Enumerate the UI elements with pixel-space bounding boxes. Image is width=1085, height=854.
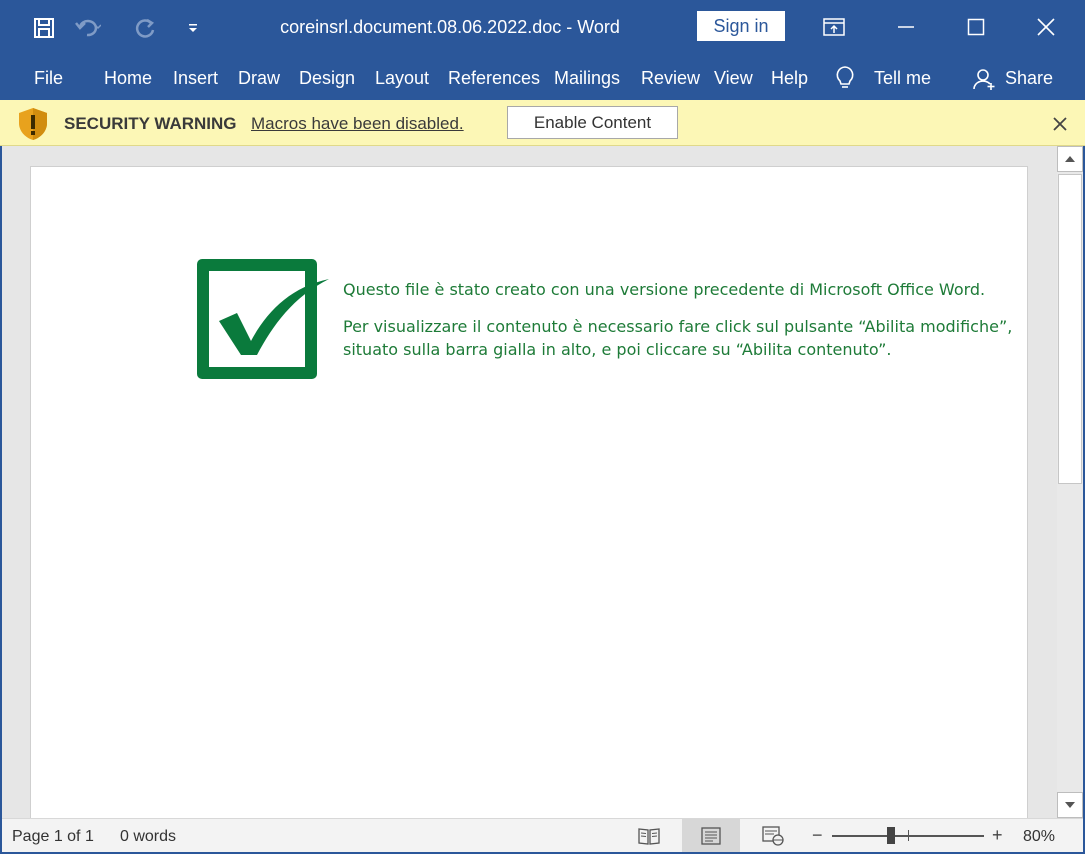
save-icon[interactable]	[28, 12, 60, 44]
minimize-icon[interactable]	[888, 10, 924, 44]
customize-qat-icon[interactable]	[177, 12, 209, 44]
tab-design[interactable]: Design	[299, 68, 355, 89]
share-button[interactable]: Share	[1005, 68, 1053, 89]
ribbon-tabs: File Home Insert Draw Design Layout Refe…	[0, 56, 1085, 100]
zoom-slider-center-mark	[908, 830, 909, 841]
document-area[interactable]: Questo file è stato creato con una versi…	[2, 146, 1057, 818]
title-bar: coreinsrl.document.08.06.2022.doc - Word…	[0, 0, 1085, 56]
redo-icon[interactable]	[130, 12, 162, 44]
tab-layout[interactable]: Layout	[375, 68, 429, 89]
tab-insert[interactable]: Insert	[173, 68, 218, 89]
close-icon[interactable]	[1028, 10, 1064, 44]
macros-disabled-link[interactable]: Macros have been disabled.	[251, 114, 464, 134]
lightbulb-icon[interactable]	[834, 65, 856, 96]
vertical-scrollbar[interactable]	[1057, 146, 1083, 818]
zoom-slider-thumb[interactable]	[887, 827, 895, 844]
page-info[interactable]: Page 1 of 1	[12, 828, 94, 846]
tab-references[interactable]: References	[448, 68, 540, 89]
ribbon-display-icon[interactable]	[816, 10, 852, 44]
scroll-up-icon[interactable]	[1057, 146, 1083, 172]
tab-view[interactable]: View	[714, 68, 753, 89]
undo-icon[interactable]	[72, 12, 104, 44]
status-bar: Page 1 of 1 0 words − + 80%	[2, 818, 1083, 853]
print-layout-icon[interactable]	[682, 819, 740, 853]
web-layout-icon[interactable]	[744, 819, 802, 853]
security-warning-bar: SECURITY WARNING Macros have been disabl…	[0, 100, 1085, 146]
message-line-2a: Per visualizzare il contenuto è necessar…	[343, 317, 1013, 336]
message-line-2: Per visualizzare il contenuto è necessar…	[343, 315, 1012, 361]
security-warning-title: SECURITY WARNING	[64, 114, 237, 133]
window-title: coreinsrl.document.08.06.2022.doc - Word	[280, 17, 620, 37]
read-mode-icon[interactable]	[620, 819, 678, 853]
warning-shield-icon	[16, 106, 50, 142]
tab-review[interactable]: Review	[641, 68, 700, 89]
document-page[interactable]: Questo file è stato creato con una versi…	[30, 166, 1028, 818]
message-line-2b: situato sulla barra gialla in alto, e po…	[343, 340, 892, 359]
tell-me-search[interactable]: Tell me	[874, 68, 931, 89]
tab-help[interactable]: Help	[771, 68, 808, 89]
message-line-1: Questo file è stato creato con una versi…	[343, 280, 986, 299]
tab-draw[interactable]: Draw	[238, 68, 280, 89]
scroll-thumb[interactable]	[1058, 174, 1082, 484]
zoom-in-button[interactable]: +	[992, 825, 1003, 846]
zoom-out-button[interactable]: −	[812, 825, 823, 846]
enable-content-button[interactable]: Enable Content	[507, 106, 678, 139]
zoom-level[interactable]: 80%	[1023, 828, 1055, 846]
word-count[interactable]: 0 words	[120, 828, 176, 846]
close-bar-icon[interactable]	[1048, 112, 1072, 136]
tab-mailings[interactable]: Mailings	[554, 68, 620, 89]
tab-home[interactable]: Home	[104, 68, 152, 89]
sign-in-button[interactable]: Sign in	[697, 11, 785, 41]
green-checkbox-image	[193, 255, 333, 383]
share-person-icon[interactable]	[972, 67, 996, 96]
maximize-icon[interactable]	[958, 10, 994, 44]
scroll-down-icon[interactable]	[1057, 792, 1083, 818]
tab-file[interactable]: File	[34, 68, 63, 89]
